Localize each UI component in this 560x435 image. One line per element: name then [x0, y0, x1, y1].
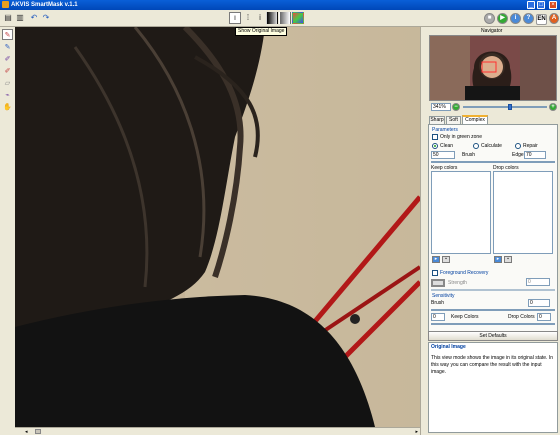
zoom-out-icon[interactable]: − [452, 103, 460, 111]
akvis-logo-icon[interactable]: A [549, 13, 559, 24]
info-icon[interactable]: i [510, 13, 521, 24]
background-dark-button[interactable] [266, 12, 278, 24]
scroll-right-icon[interactable]: ▸ [415, 429, 418, 435]
tab-soft[interactable]: Soft [446, 116, 461, 124]
clean-label: Clean [440, 143, 454, 149]
drop-colors-sensitivity-label: Drop Colors [508, 314, 535, 320]
close-window-button[interactable]: × [549, 1, 557, 9]
scroll-thumb[interactable] [35, 429, 41, 434]
only-green-checkbox[interactable] [432, 134, 438, 140]
drop-colors-sensitivity-input[interactable]: 0 [537, 313, 551, 321]
keep-colors-sensitivity-input[interactable]: 0 [431, 313, 445, 321]
zoom-slider-thumb[interactable] [508, 104, 512, 110]
magic-brush-icon[interactable]: ✐ [2, 54, 13, 65]
eyedropper-icon[interactable]: ⌁ [2, 90, 13, 101]
eraser-icon[interactable]: ▱ [2, 78, 13, 89]
app-logo-icon [2, 1, 9, 8]
maximize-button[interactable]: □ [537, 1, 545, 9]
navigator-preview[interactable] [429, 35, 557, 101]
parameters-title: Parameters [432, 127, 458, 133]
keep-colors-sensitivity-label: Keep Colors [451, 314, 479, 320]
zoom-input[interactable]: 341% [431, 103, 451, 111]
horizontal-scrollbar[interactable]: ◂ ▸ [15, 427, 420, 435]
calculate-label: Calculate [481, 143, 502, 149]
repair-label: Repair [523, 143, 538, 149]
minimize-button[interactable]: _ [527, 1, 535, 9]
info-box: Original Image This view mode shows the … [428, 342, 558, 433]
brush-edge-slider[interactable] [431, 161, 555, 163]
language-button[interactable]: EN [536, 14, 547, 25]
undo-icon[interactable]: ↶ [28, 12, 40, 24]
sensitivity-brush-input[interactable]: 0 [528, 299, 550, 307]
tab-complex[interactable]: Complex [462, 115, 488, 124]
settings-panel: Navigator 341% − + Sharp Soft Complex Pa… [426, 27, 560, 435]
strength-label: Strength [448, 280, 467, 286]
drop-colors-list[interactable] [493, 171, 553, 254]
only-green-label: Only in green zone [440, 134, 482, 140]
scroll-left-icon[interactable]: ◂ [25, 429, 28, 435]
keep-drop-slider[interactable] [431, 323, 555, 325]
foreground-recovery-checkbox[interactable] [432, 270, 438, 276]
drop-pencil-icon[interactable]: ✎ [2, 42, 13, 53]
edge-input[interactable]: 70 [524, 151, 546, 159]
title-bar: AKVIS SmartMask v.1.1 _ □ × [0, 0, 560, 10]
keep-clear-icon[interactable]: ▪ [442, 256, 450, 263]
save-image-icon[interactable]: ▥ [14, 12, 26, 24]
main-toolbar: ▤ ▥ ↶ ↷ ı ⁞ i ■ ▶ i ? EN A [0, 10, 560, 27]
keep-open-icon[interactable]: ▸ [432, 256, 440, 263]
drop-clear-icon[interactable]: ▪ [504, 256, 512, 263]
foreground-color-swatch[interactable] [431, 279, 445, 287]
drop-open-icon[interactable]: ▸ [494, 256, 502, 263]
color-brush-icon[interactable]: ✐ [2, 66, 13, 77]
strength-slider[interactable] [431, 289, 555, 291]
navigator-title: Navigator [481, 28, 503, 34]
strength-input[interactable]: 0 [526, 278, 550, 286]
info-title: Original Image [431, 344, 466, 350]
calculate-radio[interactable] [473, 143, 479, 149]
show-original-button[interactable]: ı [229, 12, 241, 24]
zoom-slider[interactable] [463, 104, 547, 110]
brush-size-input[interactable]: 50 [431, 151, 455, 159]
sensitivity-brush-slider[interactable] [431, 309, 555, 311]
foreground-recovery-title: Foreground Recovery [440, 270, 489, 276]
info-view-button[interactable]: i [254, 12, 266, 24]
brush-label: Brush [462, 152, 476, 158]
zoom-in-icon[interactable]: + [549, 103, 557, 111]
show-mask-button[interactable]: ⁞ [242, 12, 254, 24]
stop-icon[interactable]: ■ [484, 13, 495, 24]
tooltip: Show Original Image [235, 27, 288, 36]
open-image-icon[interactable]: ▤ [2, 12, 14, 24]
image-canvas[interactable] [15, 27, 420, 427]
tools-panel: ✎ ✎ ✐ ✐ ▱ ⌁ ✋ [0, 27, 15, 429]
background-light-button[interactable] [279, 12, 291, 24]
redo-icon[interactable]: ↷ [40, 12, 52, 24]
edge-label: Edge [512, 152, 524, 158]
run-icon[interactable]: ▶ [497, 13, 508, 24]
tab-sharp[interactable]: Sharp [429, 116, 445, 124]
clean-radio[interactable] [432, 143, 438, 149]
sensitivity-brush-label: Brush [431, 300, 445, 306]
keep-colors-list[interactable] [431, 171, 491, 254]
background-color-button[interactable] [292, 12, 304, 24]
app-title: AKVIS SmartMask v.1.1 [11, 2, 78, 8]
set-defaults-button[interactable]: Set Defaults [428, 331, 558, 341]
keep-pencil-icon[interactable]: ✎ [2, 29, 13, 40]
sensitivity-title: Sensitivity [432, 293, 455, 299]
hand-icon[interactable]: ✋ [2, 102, 13, 113]
info-text: This view mode shows the image in its or… [431, 355, 553, 375]
help-icon[interactable]: ? [523, 13, 534, 24]
photo-view [15, 27, 420, 427]
repair-radio[interactable] [515, 143, 521, 149]
